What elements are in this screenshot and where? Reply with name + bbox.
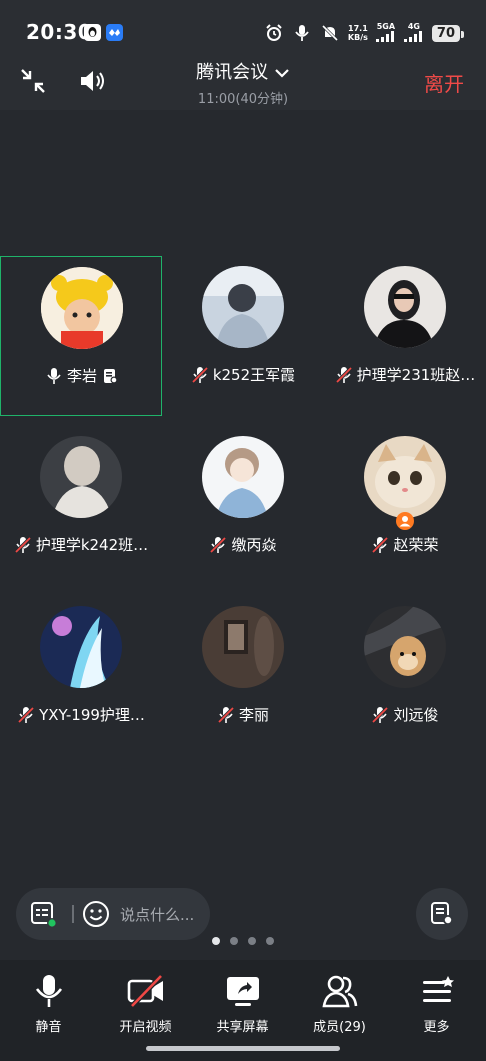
leave-button[interactable]: 离开 xyxy=(424,68,464,97)
participant-name-row: k252王军霞 xyxy=(162,364,324,385)
sim1-signal: 5GA xyxy=(375,22,396,44)
qq-app-icon xyxy=(84,24,101,41)
more-label: 更多 xyxy=(423,1020,450,1035)
participant-name-row: 护理学k242班… xyxy=(0,534,162,555)
microphone-muted-icon xyxy=(372,706,389,723)
avatar xyxy=(40,436,122,518)
participant-name: k252王军霞 xyxy=(212,366,296,384)
sim2-signal: 4G xyxy=(403,22,424,44)
share-screen-icon xyxy=(226,977,259,1006)
mute-label: 静音 xyxy=(35,1020,62,1035)
microphone-muted-icon xyxy=(17,706,35,723)
members-icon xyxy=(321,975,357,1008)
participant-tile[interactable]: 护理学k242班… xyxy=(0,426,162,586)
participant-name: 李岩 xyxy=(66,367,97,385)
participant-name-row: 缴丙焱 xyxy=(162,534,324,555)
microphone-icon xyxy=(47,367,61,384)
more-button[interactable]: 更多 xyxy=(388,972,485,1035)
share-screen-label: 共享屏幕 xyxy=(216,1020,269,1035)
status-right: 17.1 KB/s 5GA 4G 70 xyxy=(264,20,465,46)
document-icon xyxy=(431,902,453,925)
signal-bars-icon xyxy=(375,31,394,42)
signal-bars-icon xyxy=(403,31,422,42)
network-speed: 17.1 KB/s xyxy=(347,24,368,42)
avatar xyxy=(364,606,446,688)
participant-tile[interactable]: 赵荣荣 xyxy=(324,426,486,586)
status-time: 20:30 xyxy=(26,20,93,44)
alarm-icon xyxy=(266,24,282,41)
avatar xyxy=(202,266,284,348)
participant-tile[interactable]: 缴丙焱 xyxy=(162,426,324,586)
participant-tile[interactable]: 护理学231班赵… xyxy=(324,256,486,416)
meeting-title[interactable]: 腾讯会议 xyxy=(0,58,486,84)
meeting-duration: 11:00(40分钟) xyxy=(197,92,289,107)
avatar xyxy=(202,606,284,688)
participant-tile[interactable]: 李岩 xyxy=(0,256,162,416)
bell-muted-icon xyxy=(321,24,338,42)
host-badge-icon xyxy=(396,512,414,530)
avatar xyxy=(40,606,122,688)
video-off-icon xyxy=(127,974,163,1008)
microphone-in-use-icon xyxy=(295,25,309,41)
members-button[interactable]: 成员(29) xyxy=(291,972,388,1035)
chat-bar[interactable]: 说点什么... xyxy=(16,888,210,940)
meeting-header: 腾讯会议 11:00(40分钟) 离开 xyxy=(0,52,486,110)
chat-list-icon[interactable] xyxy=(30,901,58,929)
page-dot[interactable] xyxy=(248,937,256,945)
avatar xyxy=(202,436,284,518)
participant-tile[interactable]: YXY-199护理… xyxy=(0,596,162,756)
home-indicator[interactable] xyxy=(146,1046,340,1051)
participant-name-row: 赵荣荣 xyxy=(324,534,486,555)
participant-name: 护理学231班赵… xyxy=(356,366,476,384)
microphone-muted-icon xyxy=(191,366,209,383)
participant-name: YXY-199护理… xyxy=(39,706,145,724)
participant-name-row: YXY-199护理… xyxy=(0,704,162,725)
participant-name-row: 李岩 xyxy=(1,365,163,386)
microphone-icon xyxy=(35,975,62,1007)
microphone-muted-icon xyxy=(335,366,352,383)
menu-icon xyxy=(422,976,454,1002)
emoji-icon[interactable] xyxy=(82,900,110,928)
page-dot[interactable] xyxy=(212,937,220,945)
participant-name-row: 李丽 xyxy=(162,704,324,725)
share-screen-button[interactable]: 共享屏幕 xyxy=(194,972,291,1035)
page-dot[interactable] xyxy=(266,937,274,945)
start-video-button[interactable]: 开启视频 xyxy=(97,972,194,1035)
notes-button[interactable] xyxy=(416,888,468,940)
participant-name: 缴丙焱 xyxy=(231,536,277,554)
members-label: 成员(29) xyxy=(313,1020,366,1035)
avatar xyxy=(41,267,123,349)
page-dot[interactable] xyxy=(230,937,238,945)
document-icon xyxy=(104,368,118,383)
microphone-muted-icon xyxy=(217,706,235,723)
participant-grid: 李岩 k252王军霞 护理学231班赵… 护理学k242班… 缴丙焱 赵荣荣 Y… xyxy=(0,110,486,960)
divider xyxy=(72,905,74,923)
avatar xyxy=(364,266,446,348)
microphone-muted-icon xyxy=(372,536,389,553)
tencent-meeting-app-icon xyxy=(106,24,123,41)
participant-tile[interactable]: 刘远俊 xyxy=(324,596,486,756)
participant-name: 刘远俊 xyxy=(393,706,439,724)
chevron-down-icon xyxy=(275,69,289,78)
participant-name: 李丽 xyxy=(238,706,269,724)
participant-name-row: 护理学231班赵… xyxy=(324,364,486,385)
battery-indicator: 70 xyxy=(431,24,465,42)
participant-tile[interactable]: k252王军霞 xyxy=(162,256,324,416)
participant-tile[interactable]: 李丽 xyxy=(162,596,324,756)
page-indicator xyxy=(212,937,274,945)
participant-name: 护理学k242班… xyxy=(35,536,149,554)
microphone-muted-icon xyxy=(14,536,32,553)
avatar xyxy=(364,436,446,518)
microphone-muted-icon xyxy=(210,536,227,553)
participant-name: 赵荣荣 xyxy=(393,536,439,554)
start-video-label: 开启视频 xyxy=(119,1020,172,1035)
chat-input[interactable]: 说点什么... xyxy=(120,904,194,925)
participant-name-row: 刘远俊 xyxy=(324,704,486,725)
mute-button[interactable]: 静音 xyxy=(0,972,97,1035)
meeting-title-text: 腾讯会议 xyxy=(196,62,269,83)
